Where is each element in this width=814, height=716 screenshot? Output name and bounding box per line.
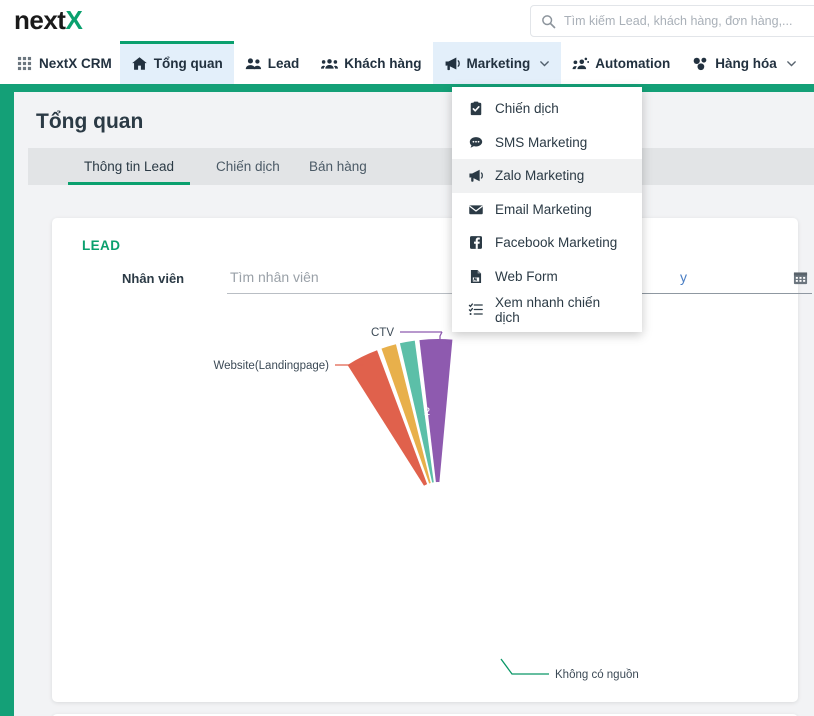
sidebar-item-hang-hoa[interactable]: Hàng hóa	[681, 42, 808, 84]
slice-value-website: 2	[380, 427, 386, 439]
chat-bubble-icon	[468, 135, 484, 150]
lead-source-pie-chart: 50 2 2 Website(Landingpage) CTV Không có…	[52, 304, 798, 702]
left-rail	[0, 92, 14, 716]
main-navigation: NextX CRM Tổng quan Lead	[0, 42, 814, 84]
two-people-icon	[245, 56, 262, 71]
callout-label-khong-co-nguon: Không có nguồn	[555, 669, 639, 681]
callout-label-website: Website(Landingpage)	[213, 360, 329, 372]
nav-label: Automation	[595, 56, 670, 71]
nav-label: NextX CRM	[39, 56, 112, 71]
pie-slices	[348, 339, 453, 500]
envelope-icon	[468, 202, 484, 217]
global-search[interactable]	[530, 5, 814, 37]
menu-item-label: Zalo Marketing	[495, 168, 584, 183]
search-icon	[541, 14, 556, 29]
date-range-value: y	[680, 269, 687, 285]
menu-item-chien-dich[interactable]: Chiến dịch	[452, 92, 642, 126]
content-tabs: Thông tin Lead Chiến dịch Bán hàng	[28, 148, 814, 185]
sidebar-item-lead[interactable]: Lead	[234, 42, 311, 84]
slice-value-khong-co-nguon: 50	[467, 594, 479, 606]
tab-ban-hang[interactable]: Bán hàng	[307, 148, 369, 185]
menu-item-label: Xem nhanh chiến dịch	[495, 295, 626, 325]
menu-item-label: Web Form	[495, 269, 558, 284]
menu-item-xem-nhanh-chien-dich[interactable]: Xem nhanh chiến dịch	[452, 293, 642, 327]
menu-item-label: Email Marketing	[495, 202, 592, 217]
filter-row: Nhân viên Tìm nhân viên y	[82, 266, 782, 296]
tab-marketing[interactable]: Marketing	[433, 42, 562, 84]
callout-line-khong-co-nguon	[501, 659, 549, 674]
top-header: nextX	[0, 0, 814, 42]
sidebar-item-automation[interactable]: Automation	[561, 42, 681, 84]
menu-item-label: SMS Marketing	[495, 135, 587, 150]
nav-label: Khách hàng	[344, 56, 421, 71]
menu-item-facebook-marketing[interactable]: Facebook Marketing	[452, 226, 642, 260]
lead-overview-card: LEAD Nhân viên Tìm nhân viên y	[52, 218, 798, 702]
employee-search-placeholder: Tìm nhân viên	[230, 269, 319, 285]
chevron-down-icon	[539, 58, 550, 69]
employee-field-label: Nhân viên	[122, 271, 184, 286]
menu-item-web-form[interactable]: Web Form	[452, 260, 642, 294]
marketing-dropdown-menu: Chiến dịch SMS Marketing Zalo Marketing …	[452, 87, 642, 332]
section-label-lead: LEAD	[82, 238, 120, 253]
search-input[interactable]	[564, 14, 814, 28]
header-accent-strip	[0, 84, 814, 92]
menu-item-sms-marketing[interactable]: SMS Marketing	[452, 126, 642, 160]
nav-label: Tổng quan	[154, 56, 223, 71]
page-content: Tổng quan Thông tin Lead Chiến dịch Bán …	[14, 92, 814, 716]
brand-logo-text: next	[14, 5, 65, 35]
calendar-icon[interactable]	[793, 270, 808, 285]
three-people-icon	[321, 56, 338, 71]
tab-label: Bán hàng	[309, 159, 367, 174]
web-form-icon	[468, 269, 484, 284]
home-icon	[131, 56, 148, 71]
pie-chart-svg: 50 2 2 Website(Landingpage) CTV Không có…	[52, 304, 798, 702]
chevron-down-icon	[786, 58, 797, 69]
employee-search-field[interactable]: Tìm nhân viên	[227, 266, 482, 294]
automation-people-icon	[572, 56, 589, 71]
tab-label: Chiến dịch	[216, 159, 280, 174]
brand-logo[interactable]: nextX	[14, 5, 82, 36]
megaphone-icon	[468, 168, 484, 183]
sidebar-item-khach-hang[interactable]: Khách hàng	[310, 42, 432, 84]
clipboard-check-icon	[468, 101, 484, 116]
tab-label: Thông tin Lead	[84, 159, 174, 174]
facebook-icon	[468, 235, 484, 250]
tab-tong-quan[interactable]: Tổng quan	[120, 42, 234, 84]
tab-thong-tin-lead[interactable]: Thông tin Lead	[82, 148, 176, 185]
nav-label: Lead	[268, 56, 300, 71]
menu-item-label: Facebook Marketing	[495, 235, 617, 250]
menu-item-label: Chiến dịch	[495, 101, 559, 116]
menu-item-zalo-marketing[interactable]: Zalo Marketing	[452, 159, 642, 193]
tab-chien-dich[interactable]: Chiến dịch	[214, 148, 282, 185]
sidebar-item-nextx-crm[interactable]: NextX CRM	[0, 42, 120, 84]
list-check-icon	[468, 302, 484, 317]
boxes-icon	[692, 56, 709, 71]
megaphone-icon	[444, 56, 461, 71]
grid-apps-icon	[16, 56, 33, 71]
app-root: nextX NextX CRM Tổng qu	[0, 0, 814, 716]
donut-hole	[410, 482, 466, 538]
brand-logo-accent: X	[65, 5, 82, 35]
page-title: Tổng quan	[36, 110, 143, 134]
nav-label: Hàng hóa	[715, 56, 777, 71]
slice-value-ctv: 2	[424, 406, 430, 418]
menu-item-email-marketing[interactable]: Email Marketing	[452, 193, 642, 227]
callout-label-ctv: CTV	[371, 327, 394, 339]
nav-label: Marketing	[467, 56, 531, 71]
